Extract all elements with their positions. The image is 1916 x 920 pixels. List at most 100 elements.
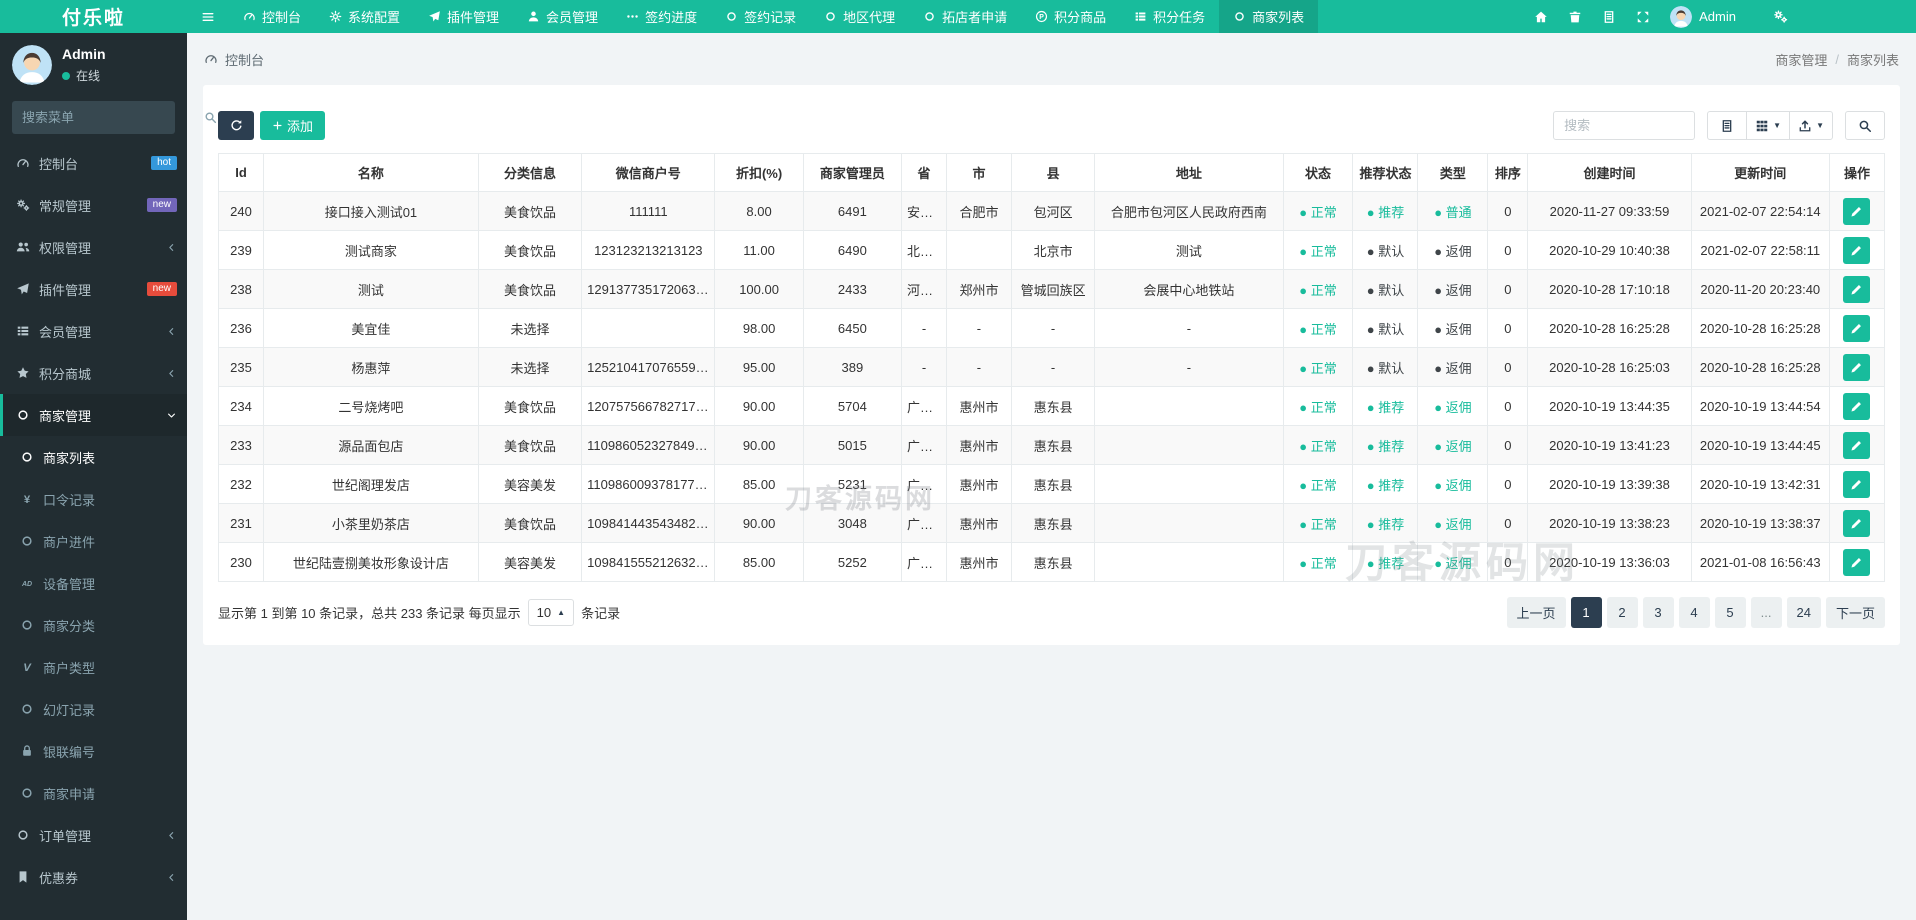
user-menu[interactable]: Admin [1660,0,1746,33]
page-3-button[interactable]: 3 [1642,597,1674,628]
col-type[interactable]: 类型 [1417,153,1489,192]
edit-button[interactable] [1843,548,1871,576]
sidebar-item-auth[interactable]: 权限管理 [0,226,187,268]
page-size-select[interactable]: 10 ▲ [527,599,575,626]
col-id[interactable]: Id [218,153,264,192]
sidebar-item-merchant-incoming[interactable]: 商户进件 [0,520,187,562]
cell-discount: 85.00 [714,464,804,504]
col-recommend[interactable]: 推荐状态 [1352,153,1419,192]
edit-button[interactable] [1843,236,1871,264]
search-button[interactable] [1845,111,1885,140]
sidebar-item-merchant[interactable]: 商家管理 [0,394,187,436]
edit-button[interactable] [1843,275,1871,303]
nav-item-sign-record[interactable]: 签约记录 [711,0,810,33]
nav-item-label: 系统配置 [348,10,401,25]
cell-sort: 0 [1487,386,1529,426]
dashboard-icon [17,159,29,167]
col-sort[interactable]: 排序 [1487,153,1529,192]
sidebar-item-password-record[interactable]: ¥ 口令记录 [0,478,187,520]
sidebar-item-member[interactable]: 会员管理 [0,310,187,352]
page-5-button[interactable]: 5 [1714,597,1746,628]
col-wechat_mch_id[interactable]: 微信商户号 [581,153,716,192]
sidebar-item-slide-record[interactable]: 幻灯记录 [0,688,187,730]
page-prev-button[interactable]: 上一页 [1506,597,1566,628]
sidebar-item-coupon[interactable]: 优惠券 [0,856,187,898]
nav-item-merchant-list[interactable]: 商家列表 [1219,0,1319,33]
col-updated_at[interactable]: 更新时间 [1690,153,1830,192]
edit-button[interactable] [1843,392,1871,420]
sidebar-item-dashboard[interactable]: 控制台 hot [0,142,187,184]
edit-button[interactable] [1843,314,1871,342]
home-button[interactable] [1524,0,1558,33]
table-search-input[interactable] [1553,111,1696,140]
page-next-button[interactable]: 下一页 [1825,597,1885,628]
pencil-icon [1851,284,1862,295]
sidebar-search-input[interactable] [22,110,198,125]
col-category[interactable]: 分类信息 [477,153,583,192]
page-2-button[interactable]: 2 [1606,597,1638,628]
sidebar-item-merchant-list[interactable]: 商家列表 [0,436,187,478]
sidebar-item-points-mall[interactable]: 积分商城 [0,352,187,394]
nav-item-shop-expander-apply[interactable]: 拓店者申请 [909,0,1021,33]
pagination-bar: 显示第 1 到第 10 条记录，总共 233 条记录 每页显示 10 ▲ 条记录… [218,597,1885,628]
page-ellipsis-button[interactable]: ... [1750,597,1782,628]
col-actions[interactable]: 操作 [1828,153,1886,192]
sidebar-item-merchant-apply[interactable]: 商家申请 [0,772,187,814]
sidebar-item-addon[interactable]: 插件管理 new [0,268,187,310]
sidebar-item-label: 设备管理 [43,576,96,592]
sidebar-item-merchant-type[interactable]: V 商户类型 [0,646,187,688]
nav-item-sign-progress[interactable]: 签约进度 [612,0,711,33]
brand-logo[interactable]: 付乐啦 [0,0,187,33]
nav-item-plugin-manage[interactable]: 插件管理 [414,0,513,33]
page-4-button[interactable]: 4 [1678,597,1710,628]
table-row: 234 二号烧烤吧 美食饮品 120757566782717953 90.00 5704 广… [218,386,1886,426]
edit-button[interactable] [1843,353,1871,381]
col-city[interactable]: 市 [945,153,1012,192]
breadcrumb-section: 控制台 [204,50,264,69]
col-province[interactable]: 省 [901,153,947,192]
edit-button[interactable] [1843,509,1871,537]
sidebar-item-label: 优惠券 [39,870,79,886]
cell-sort: 0 [1487,503,1529,543]
paging-switch-button[interactable] [1707,111,1748,140]
sidebar-item-device-manage[interactable]: AD 设备管理 [0,562,187,604]
clear-cache-button[interactable] [1558,0,1592,33]
export-button[interactable]: ▼ [1789,111,1833,140]
cell-manager: 6491 [802,191,903,231]
sidebar-item-order[interactable]: 订单管理 [0,814,187,856]
nav-item-system-config[interactable]: 系统配置 [315,0,414,33]
col-status[interactable]: 状态 [1282,153,1354,192]
settings-gears-button[interactable] [1760,0,1800,33]
edit-button[interactable] [1843,197,1871,225]
col-address[interactable]: 地址 [1094,153,1284,192]
sidebar-toggle-button[interactable] [187,0,229,33]
col-created_at[interactable]: 创建时间 [1527,153,1692,192]
columns-button[interactable]: ▼ [1746,111,1791,140]
cell-sort: 0 [1487,542,1529,582]
breadcrumb-item[interactable]: 商家列表 [1847,50,1899,69]
sidebar-item-label: 控制台 [39,156,79,172]
sidebar-item-unionpay-no[interactable]: 银联编号 [0,730,187,772]
breadcrumb-item[interactable]: 商家管理 [1775,50,1827,69]
add-button[interactable]: 添加 [260,111,326,140]
refresh-button[interactable] [218,111,254,140]
sidebar-item-merchant-category[interactable]: 商家分类 [0,604,187,646]
page-1-button[interactable]: 1 [1570,597,1602,628]
col-name[interactable]: 名称 [262,153,479,192]
nav-item-member-manage[interactable]: 会员管理 [513,0,612,33]
page-24-button[interactable]: 24 [1786,597,1821,628]
nav-item-points-goods[interactable]: P 积分商品 [1021,0,1120,33]
edit-button[interactable] [1843,470,1871,498]
cell-name: 源品面包店 [262,425,479,465]
col-manager[interactable]: 商家管理员 [802,153,903,192]
docs-button[interactable] [1592,0,1626,33]
fullscreen-button[interactable] [1626,0,1660,33]
col-county[interactable]: 县 [1010,153,1096,192]
sidebar-item-general[interactable]: 常规管理 new [0,184,187,226]
cell-id: 235 [218,347,264,387]
nav-item-points-task[interactable]: 积分任务 [1120,0,1219,33]
nav-item-region-agent[interactable]: 地区代理 [810,0,909,33]
edit-button[interactable] [1843,431,1871,459]
col-discount[interactable]: 折扣(%) [714,153,804,192]
nav-item-dashboard[interactable]: 控制台 [229,0,315,33]
